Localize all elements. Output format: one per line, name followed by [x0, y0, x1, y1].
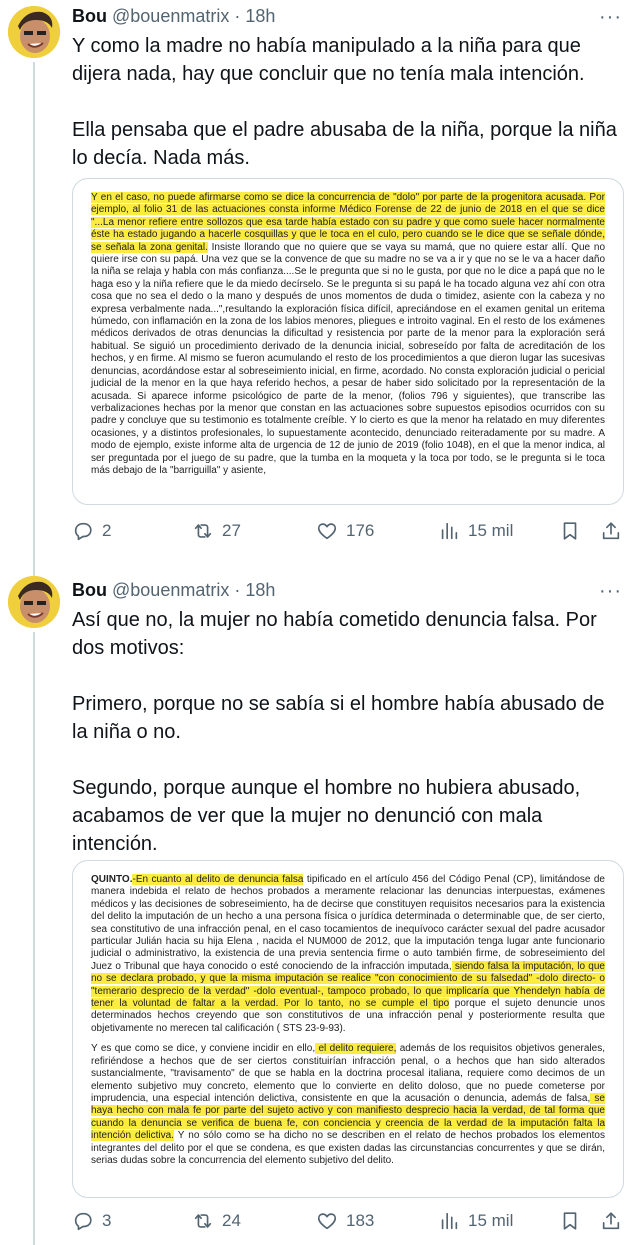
retweet-count: 24	[222, 1211, 241, 1230]
like-icon	[317, 1213, 337, 1230]
retweet-icon	[194, 1214, 212, 1228]
like-button[interactable]: 176	[316, 520, 374, 542]
reply-count: 3	[102, 1211, 112, 1230]
share-icon	[602, 1212, 620, 1230]
like-count: 183	[346, 1211, 375, 1230]
action-bar: 2 27 176 15 mil	[72, 520, 624, 550]
tweet-paragraph: Ella pensaba que el padre abusaba de la …	[72, 119, 617, 169]
more-icon[interactable]: ···	[599, 6, 622, 29]
tweet-paragraph: Segundo, porque aunque el hombre no hubi…	[72, 777, 581, 855]
tweet[interactable]: Bou @bouenmatrix · 18h ··· Y como la mad…	[0, 0, 636, 582]
thread-line	[33, 62, 35, 582]
document-paragraph: QUINTO.-En cuanto al delito de denuncia …	[91, 874, 605, 1035]
tweet-paragraph: Y como la madre no había manipulado a la…	[72, 35, 585, 85]
bookmark-button[interactable]	[559, 1210, 581, 1232]
document-text: QUINTO.-En cuanto al delito de denuncia …	[91, 874, 605, 1167]
retweet-button[interactable]: 24	[192, 1210, 241, 1232]
highlighted-text: el delito requiere,	[315, 1043, 397, 1055]
action-bar: 3 24 183 15 mil	[72, 1210, 624, 1240]
timestamp[interactable]: 18h	[245, 580, 275, 600]
reply-button[interactable]: 2	[72, 520, 111, 542]
like-button[interactable]: 183	[316, 1210, 374, 1232]
tweet[interactable]: Bou @bouenmatrix · 18h ··· Así que no, l…	[0, 576, 636, 1245]
like-count: 176	[346, 521, 375, 540]
document-image[interactable]: Y en el caso, no puede afirmarse como se…	[72, 178, 624, 505]
display-name[interactable]: Bou	[72, 6, 107, 26]
highlighted-text: -En cuanto al delito de denuncia falsa	[132, 874, 304, 885]
tweet-header: Bou @bouenmatrix · 18h	[72, 6, 275, 27]
tweet-text: Y como la madre no había manipulado a la…	[72, 32, 618, 172]
separator-dot: ·	[234, 6, 241, 26]
retweet-icon	[194, 524, 212, 538]
document-text-run: tipificado en el artículo 456 del Código…	[91, 874, 605, 972]
document-text-run: Insiste llorando que no quiere que se va…	[91, 241, 606, 476]
views-button[interactable]: 15 mil	[438, 520, 513, 542]
more-icon[interactable]: ···	[599, 580, 622, 603]
tweet-paragraph: Primero, porque no se sabía si el hombre…	[72, 693, 605, 743]
like-icon	[317, 523, 337, 540]
tweet-paragraph: Así que no, la mujer no había cometido d…	[72, 609, 597, 659]
document-image[interactable]: QUINTO.-En cuanto al delito de denuncia …	[72, 860, 624, 1198]
avatar[interactable]	[8, 576, 60, 628]
share-button[interactable]	[600, 520, 622, 542]
reply-icon	[74, 1212, 92, 1231]
views-icon	[441, 1212, 458, 1230]
reply-icon	[74, 522, 92, 541]
section-heading: QUINTO.	[91, 874, 133, 885]
views-button[interactable]: 15 mil	[438, 1210, 513, 1232]
views-icon	[441, 522, 458, 540]
document-text: Y en el caso, no puede afirmarse como se…	[91, 192, 605, 477]
thread-line	[33, 632, 35, 1245]
reply-count: 2	[102, 521, 112, 540]
document-paragraph: Y es que como se dice, y conviene incidi…	[91, 1043, 605, 1167]
bookmark-icon	[563, 522, 577, 540]
views-count: 15 mil	[468, 1211, 514, 1230]
user-handle[interactable]: @bouenmatrix	[112, 6, 229, 26]
user-handle[interactable]: @bouenmatrix	[112, 580, 229, 600]
tweet-header: Bou @bouenmatrix · 18h	[72, 580, 275, 601]
display-name[interactable]: Bou	[72, 580, 107, 600]
bookmark-icon	[563, 1212, 577, 1230]
avatar[interactable]	[8, 6, 60, 58]
separator-dot: ·	[234, 580, 241, 600]
tweet-text: Así que no, la mujer no había cometido d…	[72, 606, 618, 858]
reply-button[interactable]: 3	[72, 1210, 111, 1232]
share-button[interactable]	[600, 1210, 622, 1232]
retweet-count: 27	[222, 521, 241, 540]
views-count: 15 mil	[468, 521, 514, 540]
retweet-button[interactable]: 27	[192, 520, 241, 542]
timestamp[interactable]: 18h	[245, 6, 275, 26]
document-paragraph: Y en el caso, no puede afirmarse como se…	[91, 192, 605, 477]
document-text-run: Y es que como se dice, y conviene incidi…	[91, 1043, 316, 1055]
share-icon	[602, 522, 620, 540]
bookmark-button[interactable]	[559, 520, 581, 542]
